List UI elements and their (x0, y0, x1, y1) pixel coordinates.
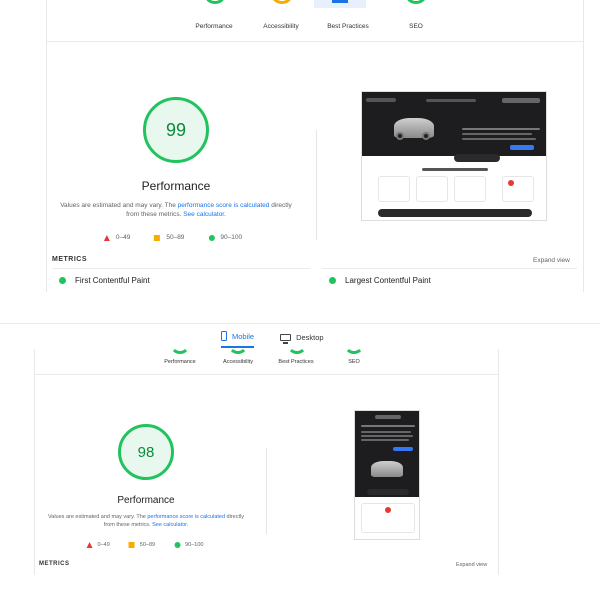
best-practices-gauge-bottom (287, 334, 307, 354)
performance-score-gauge-bottom: 98 (118, 424, 174, 480)
category-performance-bottom[interactable]: Performance (164, 359, 196, 365)
tabs-top-border (0, 323, 600, 324)
see-calculator-link-top[interactable]: See calculator. (183, 211, 226, 218)
score-legend-top: 0–49 50–89 90–100 (103, 234, 260, 241)
accessibility-gauge-bottom (228, 334, 248, 354)
metrics-label-top: METRICS (52, 256, 87, 263)
bottom-category-divider (35, 374, 498, 375)
category-best-practices-top[interactable]: Best Practices (327, 23, 369, 30)
phone-icon (221, 331, 227, 341)
top-category-divider (47, 41, 583, 42)
performance-score-bottom: 98 (137, 443, 155, 461)
expand-view-bottom[interactable]: Expand view (456, 562, 487, 568)
top-center-divider (316, 130, 317, 240)
performance-score-gauge-top: 99 (143, 97, 209, 163)
performance-title-bottom: Performance (117, 495, 175, 506)
category-performance-top[interactable]: Performance (195, 23, 232, 30)
metric-fcp-label: First Contentful Paint (75, 276, 150, 285)
final-screenshot-mobile (354, 410, 420, 540)
circle-icon (59, 277, 66, 284)
seo-gauge-bottom (344, 334, 364, 354)
performance-score-link-bottom[interactable]: performance score is calculated (147, 514, 225, 520)
circle-icon (208, 234, 215, 241)
best-practices-gauge-top (332, 0, 348, 3)
see-calculator-link-bottom[interactable]: See calculator. (152, 522, 188, 528)
category-accessibility-top[interactable]: Accessibility (263, 23, 298, 30)
category-accessibility-bottom[interactable]: Accessibility (223, 359, 253, 365)
category-best-practices-bottom[interactable]: Best Practices (278, 359, 313, 365)
score-note-bottom: Values are estimated and may vary. The p… (48, 514, 244, 528)
car-image-mobile (371, 461, 403, 477)
triangle-icon (103, 234, 110, 241)
metric-fcp: First Contentful Paint (59, 276, 150, 285)
performance-gauge-bottom (170, 334, 190, 354)
final-screenshot-desktop (361, 91, 547, 221)
metric-lcp: Largest Contentful Paint (329, 276, 431, 285)
expand-view-top[interactable]: Expand view (533, 257, 570, 264)
metric-lcp-label: Largest Contentful Paint (345, 276, 431, 285)
square-icon (154, 234, 161, 241)
score-note-top: Values are estimated and may vary. The p… (60, 202, 292, 219)
metrics-divider-top-right (322, 268, 577, 269)
score-legend-bottom: 0–49 50–89 90–100 (86, 542, 218, 548)
metrics-divider-top-left (52, 268, 310, 269)
performance-score-top: 99 (165, 119, 187, 140)
circle-icon (174, 542, 181, 548)
bottom-center-divider (266, 448, 267, 534)
category-seo-top[interactable]: SEO (409, 23, 423, 30)
square-icon (128, 542, 135, 548)
metrics-label-bottom: METRICS (39, 561, 70, 567)
circle-icon (329, 277, 336, 284)
performance-score-link-top[interactable]: performance score is calculated (178, 202, 270, 209)
triangle-icon (86, 542, 93, 548)
performance-title-top: Performance (141, 179, 211, 193)
category-seo-bottom[interactable]: SEO (348, 359, 360, 365)
